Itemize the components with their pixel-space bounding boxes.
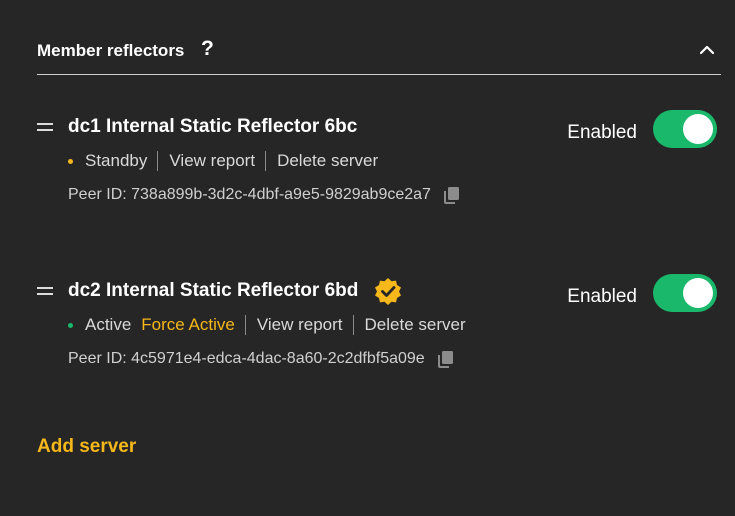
status-dot	[68, 158, 73, 164]
server-name: dc1 Internal Static Reflector 6bc	[68, 116, 358, 137]
copy-icon[interactable]	[443, 186, 461, 204]
section-title: Member reflectors	[37, 41, 185, 60]
peer-id-row: Peer ID: 4c5971e4-edca-4dac-8a60-2c2dfbf…	[68, 350, 455, 368]
enabled-toggle[interactable]	[653, 274, 717, 312]
delete-server-link[interactable]: Delete server	[352, 315, 476, 335]
status-text: Active	[85, 315, 132, 334]
enabled-toggle[interactable]	[653, 110, 717, 148]
force-active-link[interactable]: Force Active	[141, 315, 245, 335]
verified-badge-icon	[375, 278, 401, 305]
delete-server-link[interactable]: Delete server	[265, 151, 388, 171]
status-dot	[68, 322, 73, 328]
help-icon[interactable]: ?	[201, 37, 214, 61]
copy-icon[interactable]	[437, 350, 455, 368]
server-name: dc2 Internal Static Reflector 6bd	[68, 280, 359, 301]
add-server-button[interactable]: Add server	[37, 436, 136, 458]
enabled-label: Enabled	[567, 286, 637, 307]
server-actions: Active Force Active View report Delete s…	[68, 312, 476, 338]
status-text: Standby	[85, 151, 148, 170]
server-actions: Standby View report Delete server	[68, 148, 388, 174]
chevron-up-icon[interactable]	[699, 42, 715, 58]
peer-id-row: Peer ID: 738a899b-3d2c-4dbf-a9e5-9829ab9…	[68, 186, 461, 204]
drag-handle-icon[interactable]	[37, 123, 53, 135]
toggle-knob	[683, 278, 713, 308]
peer-id-text: Peer ID: 4c5971e4-edca-4dac-8a60-2c2dfbf…	[68, 350, 425, 367]
peer-id-text: Peer ID: 738a899b-3d2c-4dbf-a9e5-9829ab9…	[68, 186, 431, 203]
section-header: Member reflectors ?	[37, 34, 721, 75]
drag-handle-icon[interactable]	[37, 287, 53, 299]
view-report-link[interactable]: View report	[244, 315, 353, 335]
view-report-link[interactable]: View report	[157, 151, 265, 171]
toggle-knob	[683, 114, 713, 144]
enabled-label: Enabled	[567, 122, 637, 143]
